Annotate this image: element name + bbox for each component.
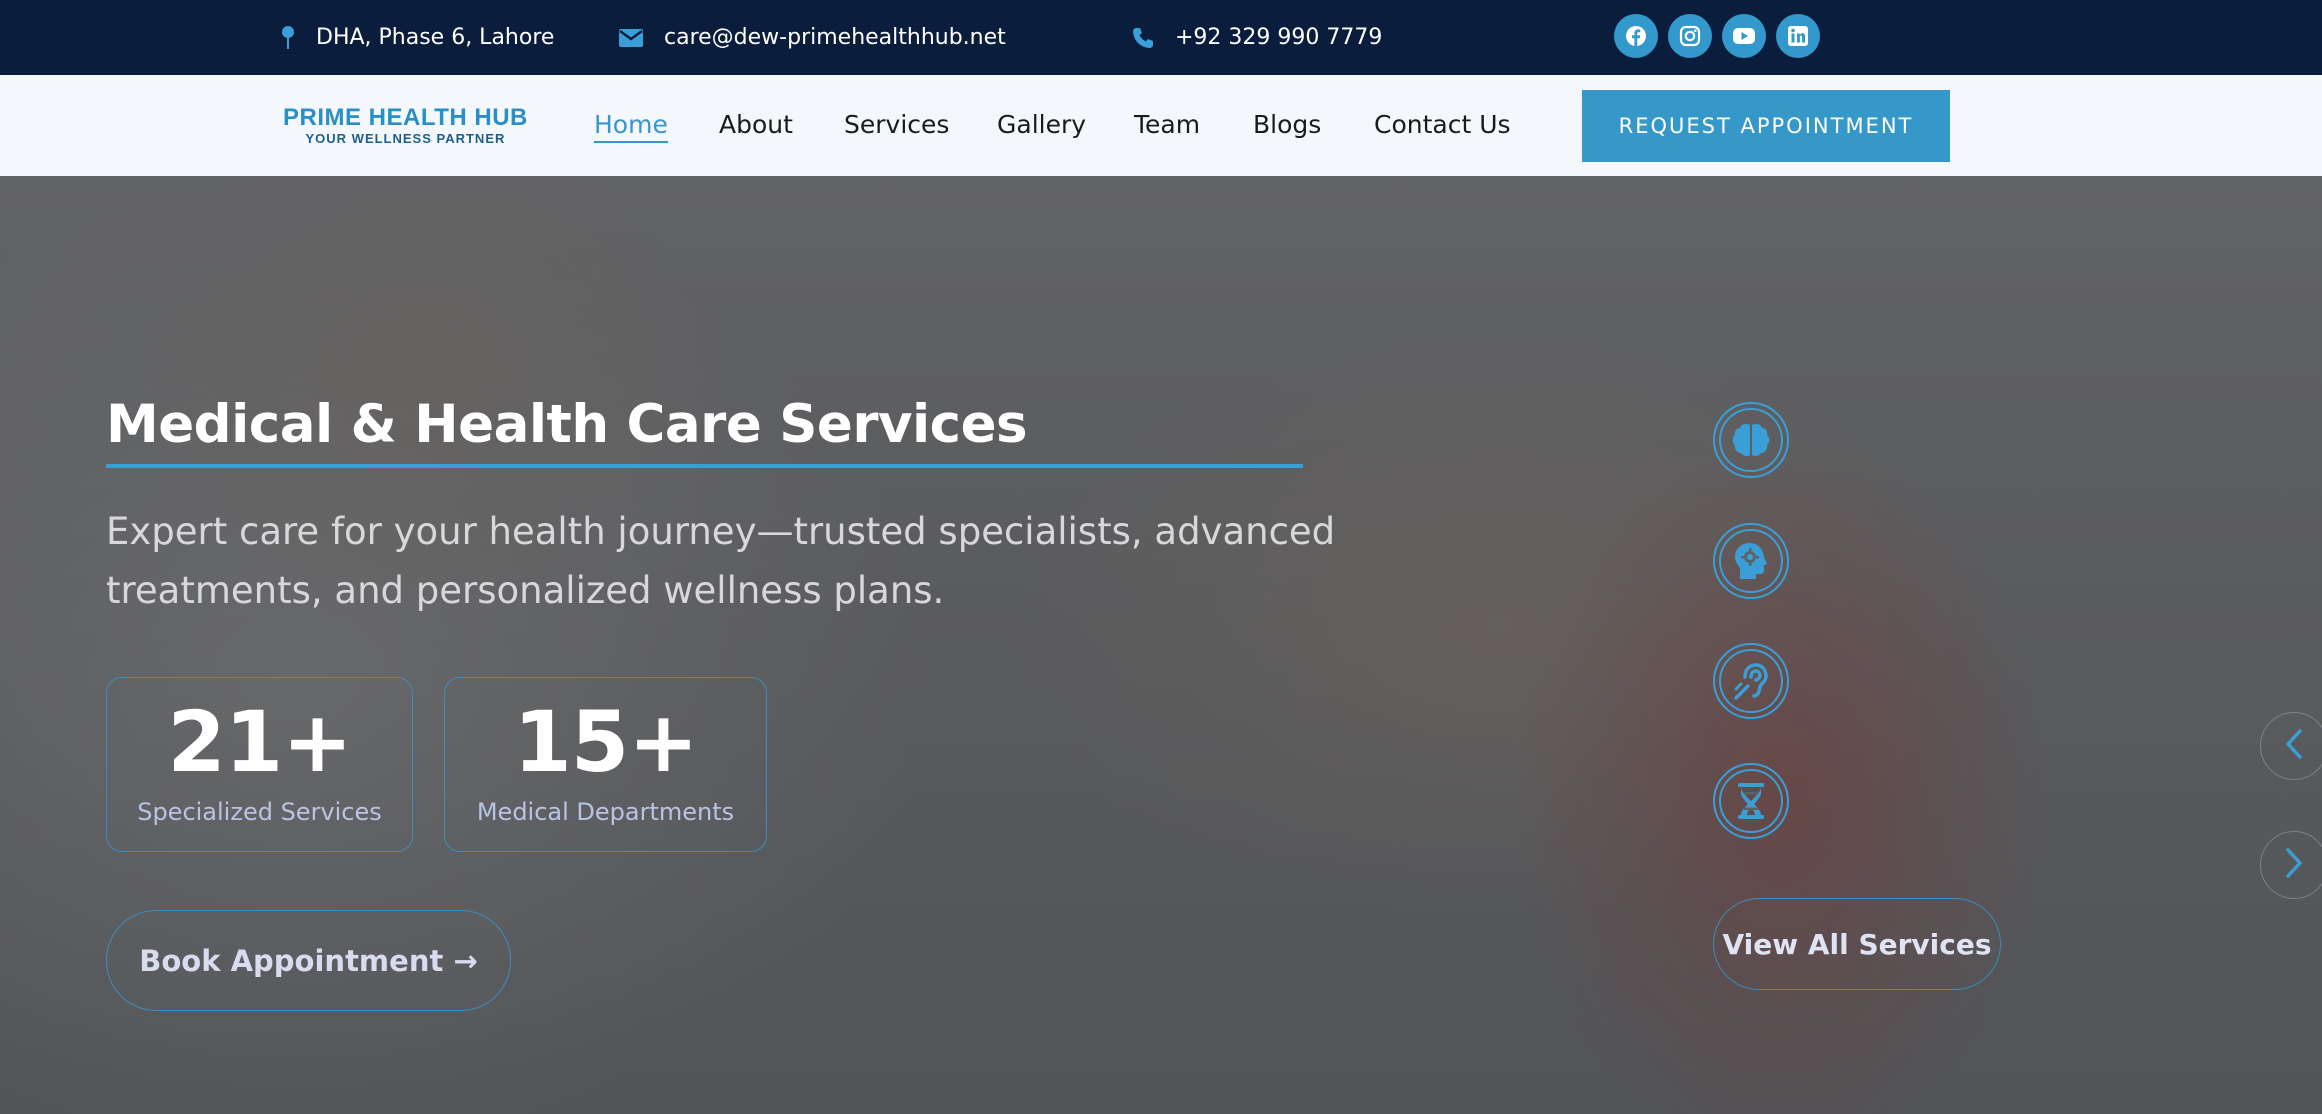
phone-info[interactable]: +92 329 990 7779 — [1131, 0, 1382, 75]
stat-card-services: 21+ Specialized Services — [106, 677, 413, 852]
instagram-icon[interactable] — [1668, 14, 1712, 58]
hero-subtitle: Expert care for your health journey—trus… — [106, 510, 1336, 612]
social-links — [1614, 14, 1820, 58]
brain-icon[interactable] — [1713, 402, 1789, 478]
map-pin-icon — [280, 25, 296, 51]
address-text: DHA, Phase 6, Lahore — [316, 25, 555, 50]
hero-title: Medical & Health Care Services — [106, 394, 1028, 455]
stat-value: 21+ — [167, 693, 352, 791]
address-info: DHA, Phase 6, Lahore — [280, 0, 554, 75]
phone-icon — [1131, 26, 1155, 50]
stat-value: 15+ — [513, 693, 698, 791]
dna-icon[interactable] — [1713, 763, 1789, 839]
hero-section: Medical & Health Care Services Expert ca… — [0, 176, 2322, 1114]
nav-services[interactable]: Services — [844, 110, 949, 139]
top-info-bar: DHA, Phase 6, Lahore care@dew-primehealt… — [0, 0, 2322, 75]
youtube-icon[interactable] — [1722, 14, 1766, 58]
logo-tagline: YOUR WELLNESS PARTNER — [305, 131, 506, 146]
nav-about[interactable]: About — [719, 110, 793, 139]
stat-label: Medical Departments — [476, 798, 735, 826]
nav-contact-us[interactable]: Contact Us — [1374, 110, 1511, 139]
nav-team[interactable]: Team — [1134, 110, 1200, 139]
stat-card-departments: 15+ Medical Departments — [444, 677, 767, 852]
book-appointment-button[interactable]: Book Appointment → — [106, 910, 511, 1011]
stat-label: Specialized Services — [137, 798, 382, 826]
slider-next-button[interactable] — [2260, 831, 2322, 899]
view-all-services-button[interactable]: View All Services — [1713, 898, 2001, 990]
envelope-icon — [618, 28, 644, 48]
ear-icon[interactable] — [1713, 643, 1789, 719]
head-gear-icon[interactable] — [1713, 523, 1789, 599]
chevron-right-icon — [2284, 847, 2304, 883]
request-appointment-button[interactable]: REQUEST APPOINTMENT — [1582, 90, 1950, 162]
nav-home[interactable]: Home — [594, 110, 668, 143]
site-logo[interactable]: PRIME HEALTH HUB YOUR WELLNESS PARTNER — [283, 105, 528, 147]
nav-gallery[interactable]: Gallery — [997, 110, 1086, 139]
email-link[interactable]: care@dew-primehealthhub.net — [664, 25, 1006, 50]
linkedin-icon[interactable] — [1776, 14, 1820, 58]
facebook-icon[interactable] — [1614, 14, 1658, 58]
nav-blogs[interactable]: Blogs — [1253, 110, 1321, 139]
phone-link[interactable]: +92 329 990 7779 — [1175, 25, 1382, 50]
title-underline — [106, 464, 1303, 468]
email-info[interactable]: care@dew-primehealthhub.net — [618, 0, 1006, 75]
chevron-left-icon — [2284, 728, 2304, 764]
main-navbar: PRIME HEALTH HUB YOUR WELLNESS PARTNER H… — [0, 75, 2322, 176]
logo-title: PRIME HEALTH HUB — [283, 104, 528, 131]
slider-prev-button[interactable] — [2260, 712, 2322, 780]
